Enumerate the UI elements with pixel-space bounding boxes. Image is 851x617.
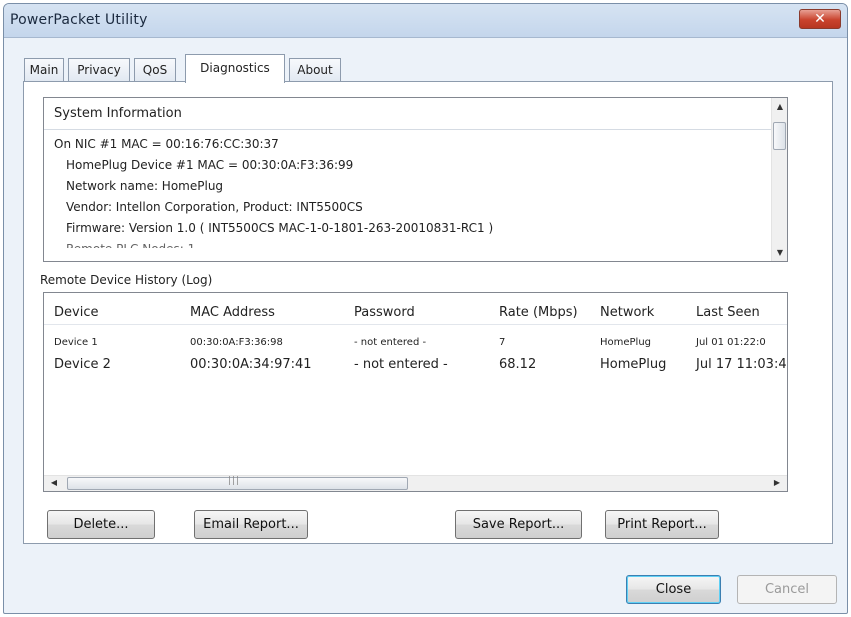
system-info-line: Vendor: Intellon Corporation, Product: I… — [66, 200, 363, 214]
log-label: Remote Device History (Log) — [40, 273, 213, 287]
delete-button[interactable]: Delete... — [47, 510, 155, 539]
tab-qos[interactable]: QoS — [134, 58, 176, 81]
cell-password: - not entered - — [354, 357, 448, 372]
cancel-button: Cancel — [737, 575, 837, 604]
table-row[interactable]: Device 1 00:30:0A:F3:36:98 - not entered… — [44, 333, 787, 351]
grip-icon: ||| — [228, 476, 241, 486]
system-info-line: Network name: HomePlug — [66, 179, 224, 193]
tab-about[interactable]: About — [289, 58, 341, 81]
column-headers: Device MAC Address Password Rate (Mbps) … — [44, 293, 787, 325]
cell-device: Device 2 — [54, 357, 111, 372]
cell-password: - not entered - — [354, 337, 427, 348]
save-report-button[interactable]: Save Report... — [455, 510, 582, 539]
window-title: PowerPacket Utility — [10, 12, 148, 28]
system-info-scrollbar[interactable]: ▲ ▼ — [771, 98, 787, 261]
cell-rate: 68.12 — [499, 357, 537, 372]
device-history-list[interactable]: Device MAC Address Password Rate (Mbps) … — [43, 292, 788, 492]
cell-last-seen: Jul 01 01:22:0 — [696, 337, 766, 348]
cell-network: HomePlug — [600, 357, 667, 372]
system-information-box[interactable]: System Information On NIC #1 MAC = 00:16… — [43, 97, 788, 262]
cell-last-seen: Jul 17 11:03:4 — [696, 357, 787, 372]
system-information-lines: On NIC #1 MAC = 00:16:76:CC:30:37 HomePl… — [54, 134, 767, 248]
chevron-right-icon[interactable]: ▶ — [769, 478, 785, 487]
system-info-line: Remote PLC Nodes: 1 — [54, 239, 767, 248]
chevron-left-icon[interactable]: ◀ — [46, 478, 62, 487]
chevron-up-icon[interactable]: ▲ — [772, 102, 788, 111]
close-icon[interactable]: ✕ — [799, 9, 841, 29]
scrollbar-thumb[interactable] — [773, 122, 786, 150]
close-button[interactable]: Close — [626, 575, 721, 604]
column-header-network[interactable]: Network — [600, 305, 654, 320]
system-information-header: System Information — [44, 98, 771, 130]
system-info-line: Firmware: Version 1.0 ( INT5500CS MAC-1-… — [66, 221, 494, 235]
tab-privacy[interactable]: Privacy — [68, 58, 130, 81]
cell-mac: 00:30:0A:34:97:41 — [190, 357, 312, 372]
title-bar: PowerPacket Utility ✕ — [4, 4, 847, 38]
log-horizontal-scrollbar[interactable]: ◀ ||| ▶ — [44, 475, 787, 491]
column-header-rate[interactable]: Rate (Mbps) — [499, 305, 578, 320]
table-row[interactable]: Device 2 00:30:0A:34:97:41 - not entered… — [44, 357, 787, 375]
chevron-down-icon[interactable]: ▼ — [772, 248, 788, 257]
column-header-password[interactable]: Password — [354, 305, 415, 320]
column-header-mac[interactable]: MAC Address — [190, 305, 275, 320]
column-header-last-seen[interactable]: Last Seen — [696, 305, 760, 320]
print-report-button[interactable]: Print Report... — [605, 510, 719, 539]
cell-device: Device 1 — [54, 337, 98, 348]
column-header-device[interactable]: Device — [54, 305, 98, 320]
tab-main[interactable]: Main — [24, 58, 64, 81]
system-info-line: On NIC #1 MAC = 00:16:76:CC:30:37 — [54, 137, 279, 151]
email-report-button[interactable]: Email Report... — [194, 510, 308, 539]
system-info-line: HomePlug Device #1 MAC = 00:30:0A:F3:36:… — [66, 158, 354, 172]
cell-rate: 7 — [499, 337, 506, 348]
cell-mac: 00:30:0A:F3:36:98 — [190, 337, 283, 348]
scrollbar-thumb[interactable]: ||| — [67, 476, 408, 490]
cell-network: HomePlug — [600, 337, 652, 348]
tab-diagnostics[interactable]: Diagnostics — [185, 54, 285, 83]
